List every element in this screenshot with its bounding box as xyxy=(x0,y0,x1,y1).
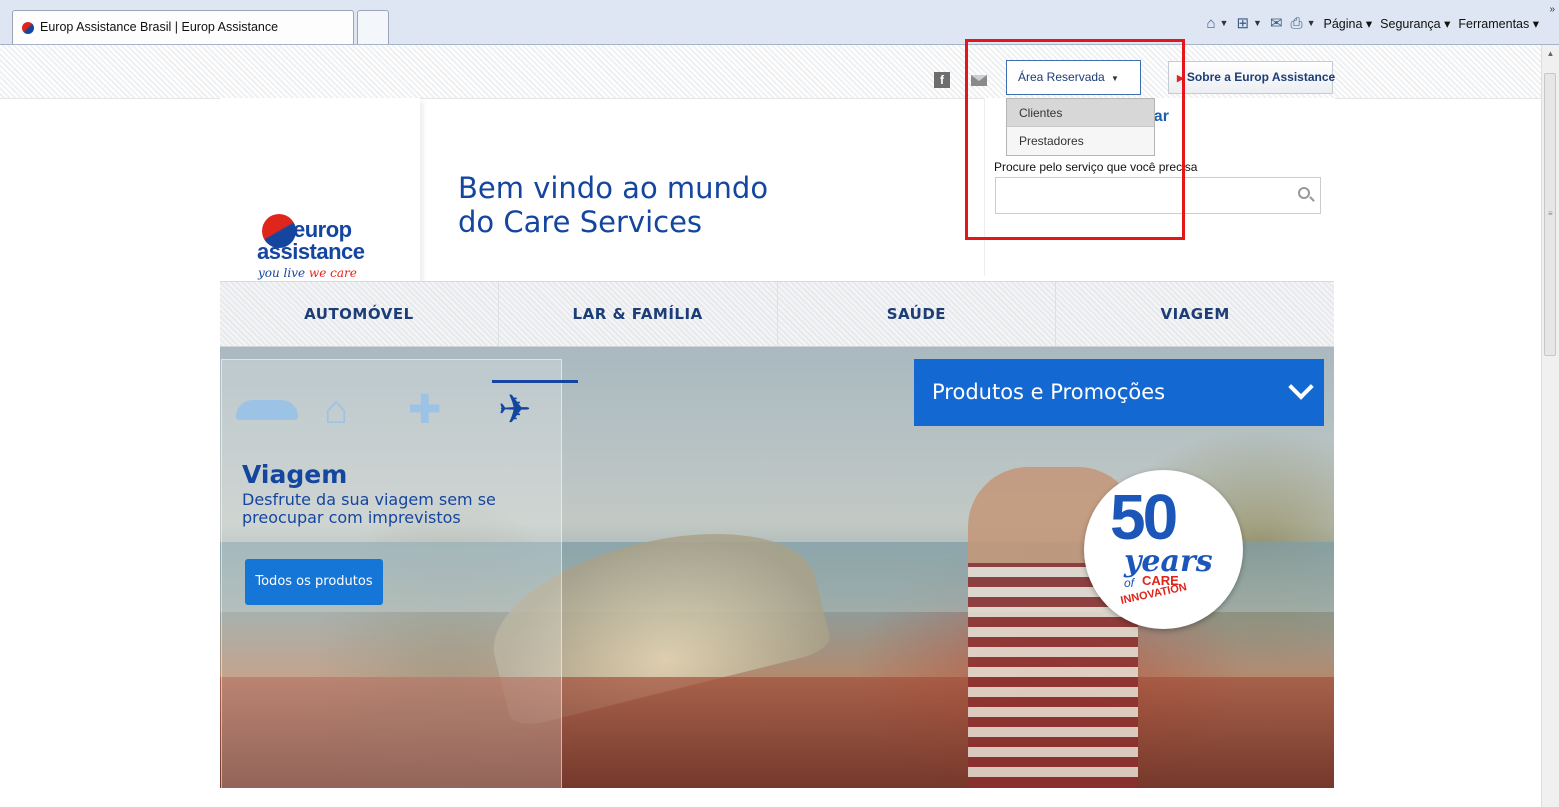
logo-tagline: you live we care xyxy=(258,266,357,280)
all-products-button[interactable]: Todos os produtos xyxy=(245,559,383,605)
badge-of: of xyxy=(1124,576,1135,590)
search-label: Procure pelo serviço que você precisa xyxy=(994,160,1198,174)
chevron-down-icon[interactable]: ▼ xyxy=(1220,18,1229,28)
nav-saude[interactable]: SAÚDE xyxy=(778,282,1057,346)
print-icon[interactable]: ⎙ xyxy=(1291,16,1303,31)
anniversary-badge: 50 years of CARE INNOVATION xyxy=(1084,470,1243,629)
area-reservada-label: Área Reservada xyxy=(1018,70,1105,84)
favicon-icon xyxy=(22,22,34,34)
nav-automovel[interactable]: AUTOMÓVEL xyxy=(220,282,499,346)
dropdown-item-clientes[interactable]: Clientes xyxy=(1007,99,1154,127)
car-icon[interactable] xyxy=(236,400,298,420)
house-icon[interactable]: ⌂ xyxy=(324,380,348,440)
vertical-scrollbar[interactable]: ▲ ≡ xyxy=(1541,45,1559,807)
nav-viagem[interactable]: VIAGEM xyxy=(1056,282,1334,346)
new-tab-button[interactable] xyxy=(357,10,389,44)
main-nav: AUTOMÓVEL LAR & FAMÍLIA SAÚDE VIAGEM xyxy=(220,281,1334,347)
tab-title: Europ Assistance Brasil | Europ Assistan… xyxy=(40,20,279,34)
promo-dropdown[interactable]: Produtos e Promoções xyxy=(914,359,1324,426)
menu-seguranca-label: Segurança xyxy=(1380,16,1441,31)
mail-icon[interactable]: ✉ xyxy=(1270,16,1283,31)
category-description: Desfrute da sua viagem sem se preocupar … xyxy=(242,490,496,527)
menu-ferramentas[interactable]: Ferramentas ▾ xyxy=(1458,16,1539,31)
badge-number: 50 xyxy=(1110,481,1178,553)
search-input[interactable] xyxy=(995,177,1321,214)
logo-tagline-b: we care xyxy=(308,266,357,280)
welcome-line-2: do Care Services xyxy=(458,205,703,239)
category-icons: ⌂ ✚ ✈ xyxy=(236,380,578,440)
sobre-button[interactable]: ▶ Sobre a Europ Assistance xyxy=(1168,61,1336,94)
command-bar: ⌂ ▼ ⊞ ▼ ✉ ⎙ ▼ Página ▾ Segurança ▾ Ferramen… xyxy=(1206,13,1539,33)
nav-lar-familia[interactable]: LAR & FAMÍLIA xyxy=(499,282,778,346)
more-commands-icon[interactable]: » xyxy=(1549,4,1555,15)
health-cross-icon[interactable]: ✚ xyxy=(408,380,442,440)
grip-icon: ≡ xyxy=(1548,209,1553,218)
chevron-down-icon[interactable]: ▼ xyxy=(1253,18,1262,28)
logo-text-assistance: assistance xyxy=(257,239,365,264)
dropdown-item-prestadores[interactable]: Prestadores xyxy=(1007,127,1154,155)
hero-banner: ⌂ ✚ ✈ Viagem Desfrute da sua viagem sem … xyxy=(220,347,1334,788)
menu-pagina-label: Página xyxy=(1323,16,1363,31)
scrollbar-thumb[interactable]: ≡ xyxy=(1544,73,1556,356)
page-viewport: f Área Reservada ▼ ▶ Sobre a Europ Assist… xyxy=(0,39,1541,807)
site-container: europ assistance you live we care Bem vi… xyxy=(220,98,1335,788)
chevron-down-icon: ▼ xyxy=(1108,74,1119,83)
category-title: Viagem xyxy=(242,460,348,489)
area-reservada-button[interactable]: Área Reservada ▼ xyxy=(1006,60,1141,95)
menu-pagina[interactable]: Página ▾ xyxy=(1323,16,1372,31)
area-reservada-dropdown: Clientes Prestadores xyxy=(1006,98,1155,156)
feeds-icon[interactable]: ⊞ xyxy=(1236,16,1249,31)
welcome-heading: Bem vindo ao mundo do Care Services xyxy=(458,171,768,239)
mail-icon[interactable] xyxy=(971,75,987,86)
menu-ferramentas-label: Ferramentas xyxy=(1458,16,1530,31)
search-icon[interactable] xyxy=(1298,187,1310,199)
sobre-label: Sobre a Europ Assistance xyxy=(1186,70,1336,84)
facebook-icon[interactable]: f xyxy=(934,72,950,88)
scroll-up-icon[interactable]: ▲ xyxy=(1542,45,1559,62)
browser-tab[interactable]: Europ Assistance Brasil | Europ Assistan… xyxy=(12,10,354,44)
browser-chrome: Europ Assistance Brasil | Europ Assistan… xyxy=(0,0,1559,45)
chevron-down-icon[interactable]: ▼ xyxy=(1307,18,1316,28)
home-icon[interactable]: ⌂ xyxy=(1206,16,1215,31)
menu-seguranca[interactable]: Segurança ▾ xyxy=(1380,16,1450,31)
category-panel: ⌂ ✚ ✈ Viagem Desfrute da sua viagem sem … xyxy=(221,359,578,788)
chevron-down-icon xyxy=(1288,374,1314,400)
welcome-line-1: Bem vindo ao mundo xyxy=(458,171,769,205)
logo-tagline-a: you live xyxy=(258,266,309,280)
plane-icon[interactable]: ✈ xyxy=(498,380,532,440)
arrow-right-icon: ▶ xyxy=(1177,73,1184,83)
promo-label: Produtos e Promoções xyxy=(932,380,1166,404)
